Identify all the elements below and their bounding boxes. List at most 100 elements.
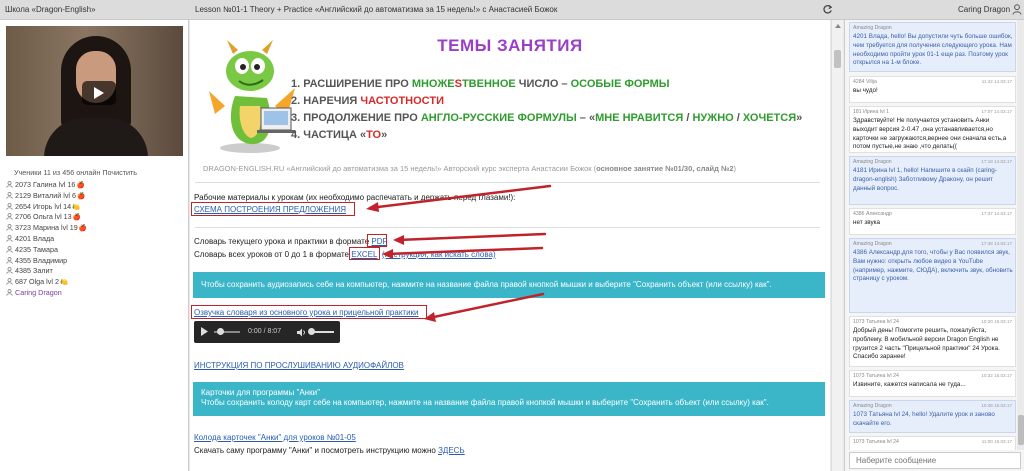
listen-instruction-link[interactable]: ИНСТРУКЦИЯ ПО ПРОСЛУШИВАНИЮ АУДИОФАЙЛОВ <box>194 361 404 370</box>
left-sidebar: Ученики 11 из 456 онлайн Почистить 2073 … <box>0 20 189 471</box>
volume-knob[interactable] <box>308 328 315 335</box>
user-icon <box>6 224 13 231</box>
user-icon <box>6 191 13 199</box>
lesson-title: Lesson №01-1 Theory + Practice «Английск… <box>195 5 558 14</box>
chat-message-time: 17:37 14.03.17 <box>981 211 1012 216</box>
anki-deck-link[interactable]: Колода карточек "Анки" для уроков №01-05 <box>194 433 356 442</box>
chat-message-text: нет звука <box>853 219 881 226</box>
user-list-item[interactable]: 2073 Галина lvl 16🍎 <box>6 180 181 191</box>
play-icon <box>94 87 104 99</box>
user-icon <box>6 256 13 264</box>
user-list-item[interactable]: 2129 Виталий lvl 6🍎 <box>6 191 181 202</box>
chat-input[interactable] <box>849 452 1021 469</box>
chat-message-text: 4386 Александр,для того, чтобы у Вас поя… <box>853 249 1013 283</box>
chat-message-text: Извините, кажется написала не туда... <box>853 381 966 388</box>
chat-message-author[interactable]: Amazing Dragon <box>853 403 892 409</box>
user-name: 687 Olga lvl 2 <box>15 277 59 287</box>
chat-message-author[interactable]: 4284 Vilija <box>853 79 877 85</box>
chat-message: 1073 Татьяна lvl 24 10:20 15.03.17 Добрый … <box>849 316 1016 367</box>
user-list-item[interactable]: 4235 Тамара <box>6 245 181 256</box>
online-count[interactable]: Ученики 11 из 456 онлайн Почистить <box>14 168 137 177</box>
user-list-item[interactable]: 2706 Ольга lvl 13🍎 <box>6 212 181 223</box>
chat-message-author[interactable]: Amazing Dragon <box>853 241 892 247</box>
play-video-button[interactable] <box>82 81 116 105</box>
chat-message-time: 11:42 14.03.17 <box>981 79 1012 84</box>
user-icon <box>6 181 13 188</box>
chat-scrollbar[interactable] <box>1017 20 1024 450</box>
chat-message-time: 10:32 15.03.17 <box>981 373 1012 378</box>
user-name: 2654 Игорь lvl 14 <box>15 201 72 211</box>
excel-highlight <box>349 247 380 260</box>
divider <box>195 182 820 183</box>
chat-message-text: 4201 Влада, hello! Вы допустили чуть бол… <box>853 33 1013 67</box>
chat-messages[interactable]: Amazing Dragon 4201 Влада, hello! Вы допу… <box>845 20 1017 450</box>
topic-2: 2. НАРЕЧИЯ ЧАСТОТНОСТИ <box>291 95 444 107</box>
audio-play-icon[interactable] <box>201 327 208 336</box>
chat-message-author[interactable]: 1073 Татьяна lvl 24 <box>853 439 899 445</box>
here-link[interactable]: ЗДЕСЬ <box>438 446 465 455</box>
user-icon <box>6 278 13 285</box>
user-name: 4235 Тамара <box>15 244 58 254</box>
audio-link[interactable]: Озвучка словаря из основного урока и при… <box>194 308 419 317</box>
user-list-item[interactable]: 2654 Игорь lvl 14🍋 <box>6 202 181 213</box>
chat-scrollbar-thumb[interactable] <box>1018 415 1024 445</box>
user-list-item[interactable]: 687 Olga lvl 2🍋 <box>6 277 181 288</box>
chat-message-author[interactable]: 4386 Александр <box>853 211 892 217</box>
chat-message-author[interactable]: Amazing Dragon <box>853 159 892 165</box>
chat-message-text: Добрый день! Помогите решить, пожалуйста… <box>853 327 1000 361</box>
chat-message-author[interactable]: 181 Ирина lvl 1 <box>853 109 889 115</box>
chat-message-time: 10:45 15.03.17 <box>981 403 1012 408</box>
user-list-item[interactable]: 4385 Залит <box>6 266 181 277</box>
user-list-item[interactable]: 4201 Влада <box>6 234 181 245</box>
user-badge-icon: 🍋 <box>72 203 81 211</box>
chat-message-time: 17:48 14.03.17 <box>981 241 1012 246</box>
video-player[interactable] <box>6 26 183 156</box>
user-badge-icon: 🍋 <box>59 279 69 287</box>
dict-current-text: Словарь текущего урока и практики в форм… <box>194 237 388 246</box>
chat-message: 4386 Александр 17:37 14.03.17 нет звука <box>849 208 1016 235</box>
chat-message: Amazing Dragon 4201 Влада, hello! Вы допу… <box>849 22 1016 72</box>
volume-bar[interactable] <box>312 331 334 333</box>
chat-message: 1073 Татьяна lvl 24 10:32 15.03.17 Извинит… <box>849 370 1016 397</box>
divider <box>195 227 820 228</box>
slide-title: ТЕМЫ ЗАНЯТИЯ <box>437 36 583 55</box>
anki-banner-text: Чтобы сохранить колоду карт себе на комп… <box>201 398 769 407</box>
chat-message-time: 10:20 15.03.17 <box>981 319 1012 324</box>
topic-4: 4. ЧАСТИЦА «ТО» <box>291 129 388 141</box>
scrollbar-thumb[interactable] <box>834 50 841 68</box>
audio-progress-knob[interactable] <box>217 328 224 335</box>
anki-banner-title: Карточки для программы "Анки" <box>201 388 320 397</box>
user-name: 3723 Марина lvl 19 <box>15 223 78 233</box>
chat-message-text: Здравствуйте! Не получается установить А… <box>853 117 1007 151</box>
content-scrollbar[interactable] <box>831 20 843 471</box>
chat-message-author[interactable]: 1073 Татьяна lvl 24 <box>853 319 899 325</box>
refresh-icon[interactable] <box>822 4 833 15</box>
volume-icon[interactable] <box>297 328 307 337</box>
topic-1: 1. РАСШИРЕНИЕ ПРО МНОЖЕSТВЕННОЕ ЧИСЛО – … <box>291 78 670 90</box>
user-badge-icon: 🍎 <box>78 225 87 233</box>
audio-player[interactable]: 0:00 / 8:07 <box>194 321 340 343</box>
lesson-content: ТЕМЫ ЗАНЯТИЯ 1. РАСШИРЕНИЕ ПРО МНОЖЕSТВЕ… <box>190 20 830 471</box>
scroll-up-arrow-icon[interactable] <box>835 24 841 28</box>
user-icon[interactable] <box>1012 4 1022 15</box>
chat-message-time: 11:00 15.03.17 <box>981 439 1012 444</box>
current-user-name[interactable]: Caring Dragon <box>958 5 1010 14</box>
chat-message-author[interactable]: Amazing Dragon <box>853 25 892 31</box>
user-list-item[interactable]: 3723 Марина lvl 19🍎 <box>6 223 181 234</box>
top-bar: Школа «Dragon-English» Lesson №01-1 Theo… <box>0 0 1024 20</box>
chat-message-text: 1073 Татьяна lvl 24, hello! Удалите урок… <box>853 411 995 427</box>
chat-message: Amazing Dragon 10:45 15.03.17 1073 Татьяна… <box>849 400 1016 433</box>
user-icon <box>6 267 13 275</box>
chat-message-author[interactable]: 1073 Татьяна lvl 24 <box>853 373 899 379</box>
slide: ТЕМЫ ЗАНЯТИЯ 1. РАСШИРЕНИЕ ПРО МНОЖЕSТВЕ… <box>195 24 825 184</box>
dict-all-text: Словарь всех уроков от 0 до 1 в формате … <box>194 250 496 259</box>
materials-text: Рабочие материалы к урокам (их необходим… <box>194 193 516 202</box>
user-list-item[interactable]: 4355 Владимир <box>6 256 181 267</box>
user-list-item[interactable]: Caring Dragon <box>6 288 181 299</box>
topic-3: 3. ПРОДОЛЖЕНИЕ ПРО АНГЛО-РУССКИЕ ФОРМУЛЫ… <box>291 112 803 124</box>
user-name: 4355 Владимир <box>15 255 68 265</box>
scheme-link[interactable]: СХЕМА ПОСТРОЕНИЯ ПРЕДЛОЖЕНИЯ <box>194 205 346 214</box>
instruction-link[interactable]: (инструкция, как искать слова) <box>382 250 496 259</box>
school-title: Школа «Dragon-English» <box>5 5 96 14</box>
chat-message: Amazing Dragon 17:18 14.03.17 4181 Ирина l… <box>849 156 1016 205</box>
